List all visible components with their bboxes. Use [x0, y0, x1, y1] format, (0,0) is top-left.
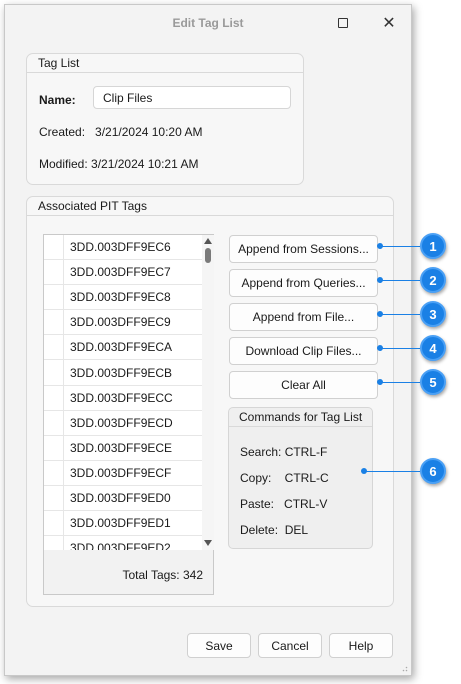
download-clip-files-button[interactable]: Download Clip Files... — [229, 337, 378, 365]
callout-2-leader — [380, 280, 420, 281]
row-header-cell[interactable] — [44, 285, 64, 310]
table-row[interactable]: 3DD.003DFF9ED0 — [44, 485, 202, 512]
tag-list-scrollbar[interactable] — [202, 235, 214, 550]
row-header-cell[interactable] — [44, 335, 64, 360]
commands-group: Commands for Tag List Search: CTRL-F Cop… — [228, 407, 373, 549]
table-row[interactable]: 3DD.003DFF9ECB — [44, 360, 202, 386]
append-from-sessions-button[interactable]: Append from Sessions... — [229, 235, 378, 263]
row-header-cell[interactable] — [44, 460, 64, 485]
append-from-file-button[interactable]: Append from File... — [229, 303, 378, 331]
pit-tag-cell[interactable]: 3DD.003DFF9ECB — [64, 366, 172, 380]
table-row[interactable]: 3DD.003DFF9ED2 — [44, 536, 202, 550]
pit-tag-cell[interactable]: 3DD.003DFF9ECC — [64, 391, 173, 405]
pit-tag-cell[interactable]: 3DD.003DFF9EC9 — [64, 315, 171, 329]
callout-1: 1 — [420, 233, 446, 259]
tag-list-group-title: Tag List — [27, 54, 303, 73]
cancel-button[interactable]: Cancel — [258, 633, 322, 658]
help-button[interactable]: Help — [329, 633, 393, 658]
scroll-down-icon[interactable] — [204, 540, 212, 546]
pit-tag-rows[interactable]: 3DD.003DFF9EC6 3DD.003DFF9EC7 3DD.003DFF9E… — [44, 235, 202, 550]
table-row[interactable]: 3DD.003DFF9ECF — [44, 460, 202, 486]
paste-command: Paste: CTRL-V — [240, 497, 328, 511]
table-row[interactable]: 3DD.003DFF9ECE — [44, 435, 202, 461]
callout-1-leader — [380, 246, 420, 247]
table-row[interactable]: 3DD.003DFF9EC6 — [44, 235, 202, 261]
table-row[interactable]: 3DD.003DFF9ECD — [44, 410, 202, 436]
pit-tag-cell[interactable]: 3DD.003DFF9ECA — [64, 340, 172, 354]
callout-5: 5 — [420, 369, 446, 395]
callout-2: 2 — [420, 267, 446, 293]
callout-3: 3 — [420, 301, 446, 327]
resize-grip-icon[interactable] — [400, 664, 408, 672]
table-row[interactable]: 3DD.003DFF9EC9 — [44, 310, 202, 336]
pit-tag-cell[interactable]: 3DD.003DFF9EC6 — [64, 240, 171, 254]
name-label: Name: — [39, 93, 76, 107]
callout-6-leader — [364, 471, 420, 472]
modified-text: Modified: 3/21/2024 10:21 AM — [39, 157, 199, 171]
created-text: Created: 3/21/2024 10:20 AM — [39, 125, 203, 139]
total-tags: Total Tags: 342 — [122, 568, 203, 582]
pit-tag-cell[interactable]: 3DD.003DFF9EC7 — [64, 265, 171, 279]
scroll-thumb[interactable] — [205, 248, 211, 263]
row-header-cell[interactable] — [44, 310, 64, 335]
title-bar: Edit Tag List ✕ — [5, 5, 411, 41]
save-button[interactable]: Save — [187, 633, 251, 658]
row-header-cell[interactable] — [44, 485, 64, 511]
pit-tag-list[interactable]: 3DD.003DFF9EC6 3DD.003DFF9EC7 3DD.003DFF9E… — [43, 234, 214, 595]
search-command: Search: CTRL-F — [240, 445, 328, 459]
callout-4: 4 — [420, 335, 446, 361]
pit-tag-cell[interactable]: 3DD.003DFF9EC8 — [64, 290, 171, 304]
edit-tag-list-dialog: Edit Tag List ✕ Tag List Name: Created: … — [4, 4, 412, 676]
row-header-cell[interactable] — [44, 360, 64, 385]
name-input[interactable] — [93, 86, 291, 109]
row-header-cell[interactable] — [44, 235, 64, 260]
pit-tag-cell[interactable]: 3DD.003DFF9ECD — [64, 416, 173, 430]
delete-command: Delete: DEL — [240, 523, 309, 537]
pit-tag-cell[interactable]: 3DD.003DFF9ED1 — [64, 516, 171, 530]
clear-all-button[interactable]: Clear All — [229, 371, 378, 399]
close-button[interactable]: ✕ — [375, 11, 403, 35]
maximize-icon — [338, 18, 348, 28]
associated-pit-tags-group: Associated PIT Tags 3DD.003DFF9EC6 3DD.00… — [26, 196, 394, 607]
row-header-cell[interactable] — [44, 260, 64, 285]
close-icon: ✕ — [382, 15, 396, 32]
pit-tag-cell[interactable]: 3DD.003DFF9ECF — [64, 466, 171, 480]
table-row[interactable]: 3DD.003DFF9ECC — [44, 385, 202, 411]
append-from-queries-button[interactable]: Append from Queries... — [229, 269, 378, 297]
tag-list-group: Tag List Name: Created: 3/21/2024 10:20 … — [26, 53, 304, 185]
associated-pit-tags-title: Associated PIT Tags — [27, 197, 393, 216]
callout-3-leader — [380, 314, 420, 315]
table-row[interactable]: 3DD.003DFF9EC8 — [44, 285, 202, 311]
callout-4-leader — [380, 348, 420, 349]
callout-6: 6 — [420, 458, 446, 484]
pit-tag-cell[interactable]: 3DD.003DFF9ED0 — [64, 491, 171, 505]
table-row[interactable]: 3DD.003DFF9ECA — [44, 335, 202, 361]
row-header-cell[interactable] — [44, 511, 64, 536]
pit-tag-cell[interactable]: 3DD.003DFF9ED2 — [64, 541, 171, 550]
pit-tag-cell[interactable]: 3DD.003DFF9ECE — [64, 441, 172, 455]
row-header-cell[interactable] — [44, 536, 64, 550]
scroll-up-icon[interactable] — [204, 238, 212, 244]
row-header-cell[interactable] — [44, 410, 64, 435]
row-header-cell[interactable] — [44, 385, 64, 410]
copy-command: Copy: CTRL-C — [240, 471, 329, 485]
commands-group-title: Commands for Tag List — [229, 408, 372, 427]
table-row[interactable]: 3DD.003DFF9ED1 — [44, 511, 202, 537]
row-header-cell[interactable] — [44, 435, 64, 460]
maximize-button[interactable] — [329, 11, 357, 35]
callout-5-leader — [380, 382, 420, 383]
table-row[interactable]: 3DD.003DFF9EC7 — [44, 260, 202, 286]
